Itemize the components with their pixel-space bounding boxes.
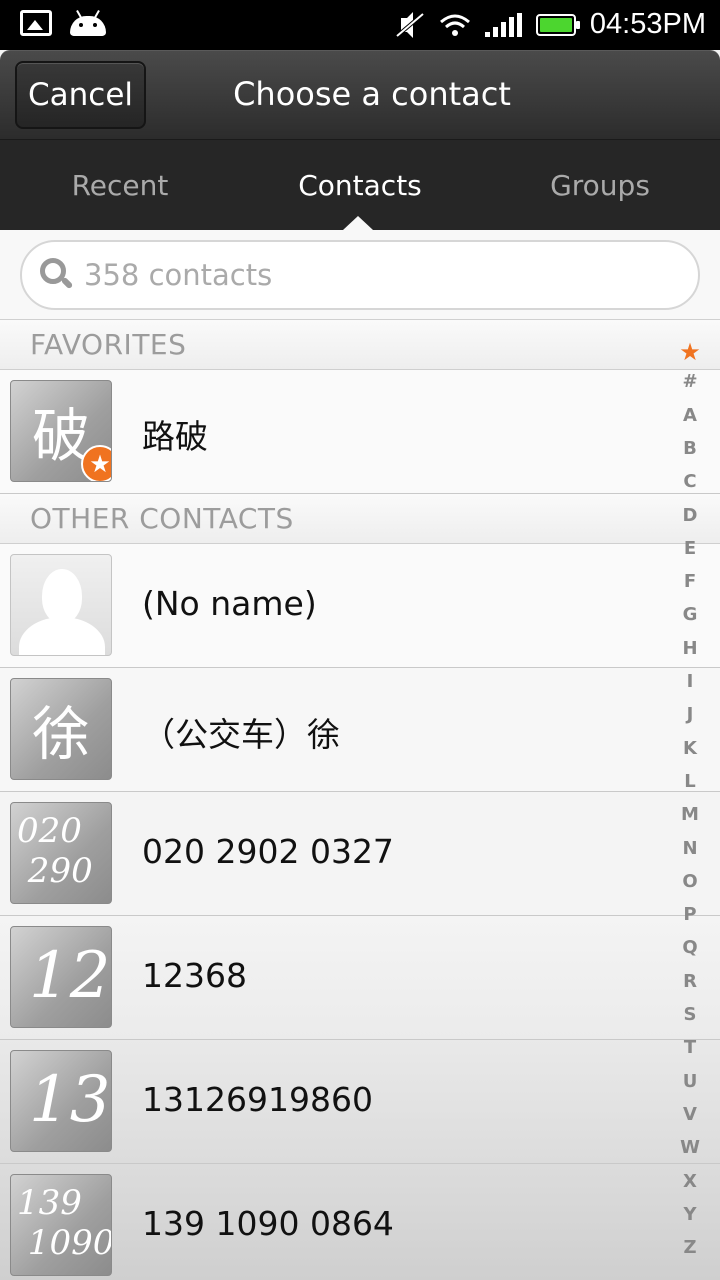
gallery-icon (20, 10, 52, 36)
search-area (0, 230, 720, 320)
alpha-index-letter[interactable]: # (660, 371, 720, 392)
android-debug-icon (70, 10, 106, 36)
search-icon (40, 258, 74, 292)
alpha-index-letter[interactable]: M (660, 804, 720, 825)
action-bar: Cancel Choose a contact (0, 50, 720, 140)
alpha-index-letter[interactable]: T (660, 1037, 720, 1058)
contact-name: 020 2902 0327 (142, 832, 394, 871)
list-item[interactable]: 13 13126919860 (0, 1040, 720, 1164)
alpha-index-letter[interactable]: O (660, 871, 720, 892)
alpha-index-letter[interactable]: V (660, 1104, 720, 1125)
contact-name: 139 1090 0864 (142, 1204, 394, 1243)
alpha-index-letter[interactable]: R (660, 971, 720, 992)
list-item[interactable]: 139 1090 139 1090 0864 (0, 1164, 720, 1280)
alpha-index-letter[interactable]: W (660, 1137, 720, 1158)
avatar: 徐 (10, 678, 112, 780)
page-title: Choose a contact (233, 75, 511, 113)
tab-recent[interactable]: Recent (0, 140, 240, 230)
alpha-index-letter[interactable]: I (660, 671, 720, 692)
section-header-other-contacts: OTHER CONTACTS (0, 494, 720, 544)
list-item[interactable]: 破 ★ 路破 (0, 370, 720, 494)
active-tab-pointer (343, 216, 373, 230)
alpha-index-letter[interactable]: G (660, 604, 720, 625)
alpha-index-letter[interactable]: N (660, 838, 720, 859)
alpha-index-letter[interactable]: X (660, 1171, 720, 1192)
alpha-index-letter[interactable]: H (660, 638, 720, 659)
contact-name: 13126919860 (142, 1080, 373, 1119)
alpha-index-letter[interactable]: Q (660, 937, 720, 958)
alpha-index-letter[interactable]: F (660, 571, 720, 592)
avatar-scrawl: 139 1090 (17, 1183, 112, 1263)
contact-name: 12368 (142, 956, 247, 995)
avatar: 139 1090 (10, 1174, 112, 1276)
battery-icon (535, 13, 580, 36)
avatar-scrawl: 13 (29, 1063, 111, 1137)
alpha-index-letter[interactable]: J (660, 704, 720, 725)
list-item[interactable]: (No name) (0, 544, 720, 668)
alpha-index-letter[interactable]: S (660, 1004, 720, 1025)
alpha-index-letter[interactable]: P (660, 904, 720, 925)
default-contact-icon (10, 554, 112, 656)
contact-name: （公交车）徐 (142, 715, 340, 754)
avatar-scrawl: 12 (29, 939, 111, 1013)
section-header-favorites: FAVORITES (0, 320, 720, 370)
search-input[interactable] (84, 258, 644, 292)
alpha-index-letter[interactable]: L (660, 771, 720, 792)
contact-name: 路破 (142, 417, 208, 456)
avatar-initial: 徐 (31, 700, 90, 768)
avatar-scrawl: 020 290 (17, 811, 93, 891)
alpha-index-letter[interactable]: Z (660, 1237, 720, 1258)
alphabet-index[interactable]: ★ # A B C D E F G H I J K L M N O P Q R S T U V W X Y Z (660, 338, 720, 1268)
list-item[interactable]: 徐 （公交车）徐 (0, 668, 720, 792)
alpha-index-letter[interactable]: E (660, 538, 720, 559)
search-box[interactable] (20, 240, 700, 310)
list-item[interactable]: 020 290 020 2902 0327 (0, 792, 720, 916)
star-icon: ★ (81, 445, 111, 481)
wifi-icon (439, 13, 471, 37)
avatar: 破 ★ (10, 380, 112, 482)
avatar: 020 290 (10, 802, 112, 904)
avatar: 13 (10, 1050, 112, 1152)
list-item[interactable]: 12 12368 (0, 916, 720, 1040)
status-bar: 04:53PM (0, 0, 720, 50)
contact-name: (No name) (142, 584, 317, 623)
alpha-index-letter[interactable]: C (660, 471, 720, 492)
alpha-index-letter[interactable]: U (660, 1071, 720, 1092)
signal-icon (484, 12, 522, 37)
alpha-index-favorites[interactable]: ★ (660, 338, 720, 366)
alpha-index-letter[interactable]: A (660, 405, 720, 426)
tab-groups[interactable]: Groups (480, 140, 720, 230)
alpha-index-letter[interactable]: Y (660, 1204, 720, 1225)
cancel-button[interactable]: Cancel (15, 61, 146, 129)
status-time: 04:53PM (589, 8, 706, 40)
mute-icon (395, 11, 425, 38)
alpha-index-letter[interactable]: B (660, 438, 720, 459)
alpha-index-letter[interactable]: K (660, 738, 720, 759)
alpha-index-letter[interactable]: D (660, 505, 720, 526)
avatar: 12 (10, 926, 112, 1028)
